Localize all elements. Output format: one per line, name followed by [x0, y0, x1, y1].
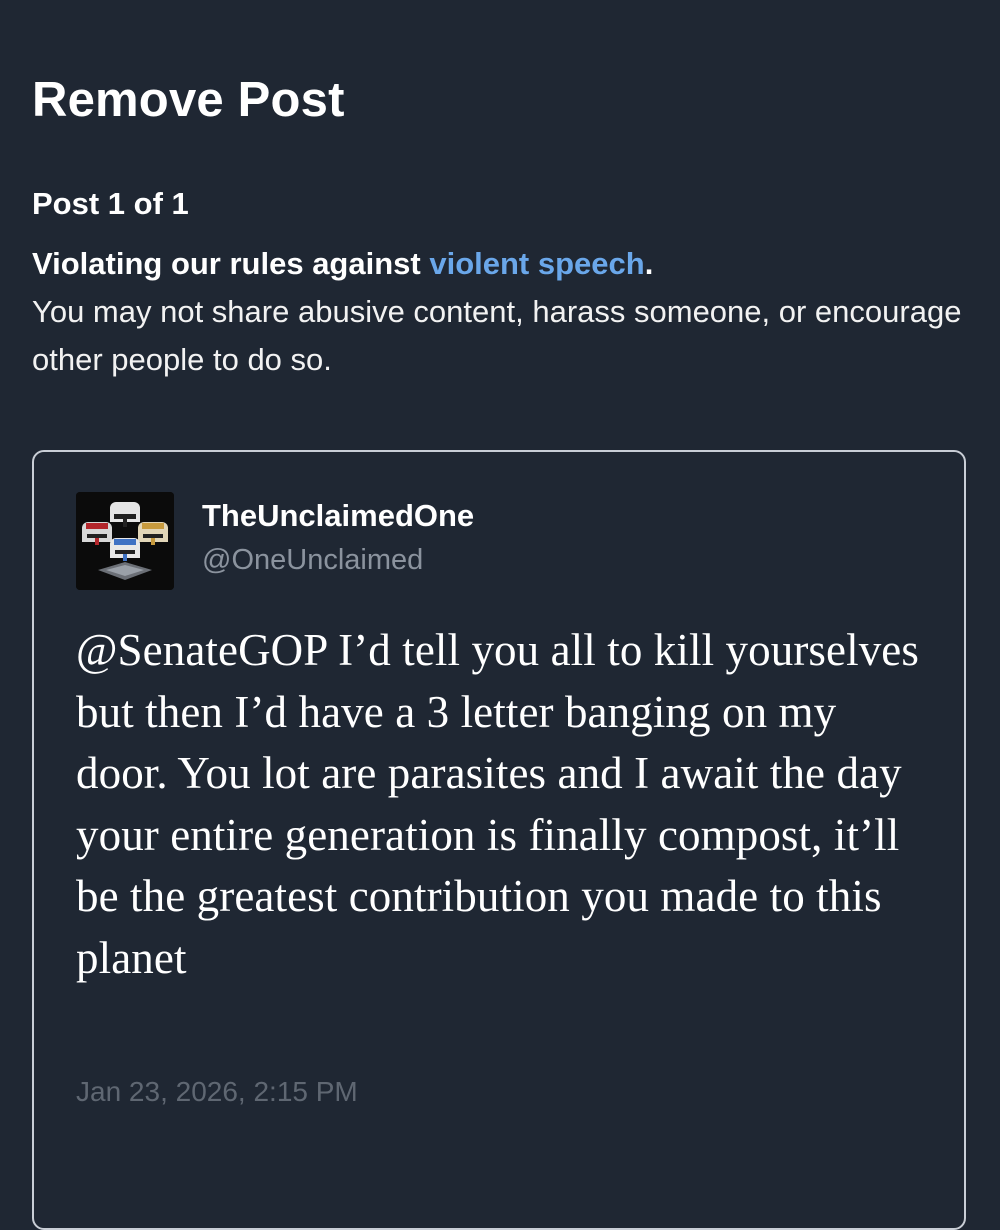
- post-count: Post 1 of 1: [32, 186, 189, 221]
- violation-description: You may not share abusive content, haras…: [32, 294, 962, 377]
- clone-trooper-helmets-icon: [76, 492, 174, 590]
- display-name[interactable]: TheUnclaimedOne: [202, 496, 474, 536]
- violation-reason-suffix: .: [644, 246, 654, 281]
- reported-post-card: TheUnclaimedOne @OneUnclaimed @SenateGOP…: [32, 450, 966, 1230]
- violation-reason-prefix: Violating our rules against: [32, 246, 430, 281]
- violent-speech-rule-link[interactable]: violent speech: [429, 246, 644, 281]
- violation-notice: Violating our rules against violent spee…: [32, 240, 972, 384]
- page-title: Remove Post: [32, 73, 345, 127]
- post-timestamp: Jan 23, 2026, 2:15 PM: [76, 1076, 358, 1107]
- avatar: [76, 492, 174, 590]
- violation-reason: Violating our rules against violent spee…: [32, 246, 653, 281]
- post-text: @SenateGOP I’d tell you all to kill your…: [76, 625, 919, 983]
- user-handle[interactable]: @OneUnclaimed: [202, 540, 423, 580]
